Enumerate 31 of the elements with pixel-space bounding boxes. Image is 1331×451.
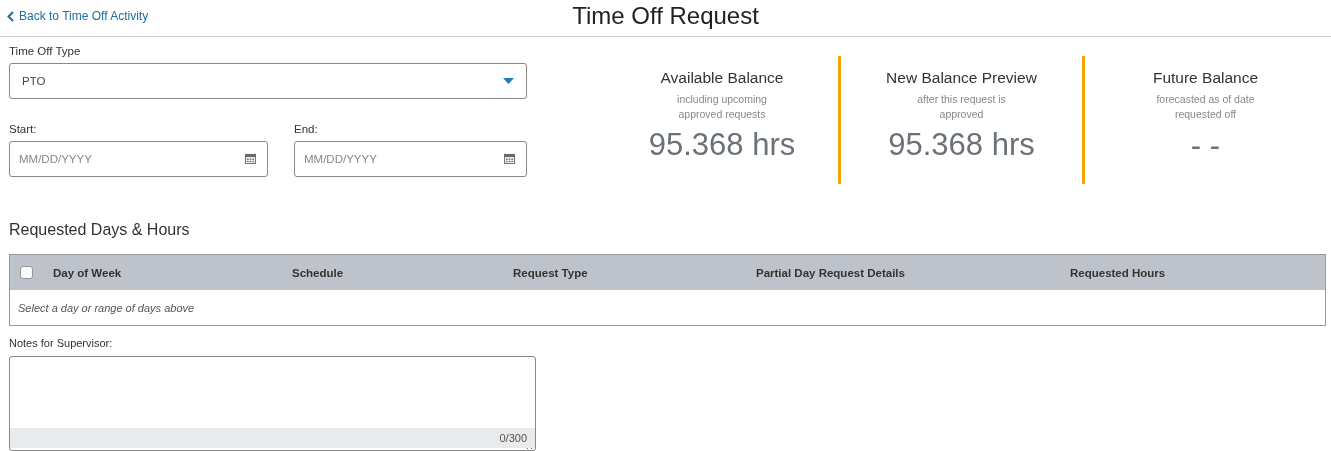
end-date-field[interactable]: MM/DD/YYYY: [294, 141, 527, 177]
caret-down-icon: [503, 78, 514, 84]
field-label: Start:: [9, 123, 37, 135]
balance-subtitle: including upcoming approved requests: [676, 92, 768, 122]
select-all-checkbox[interactable]: [20, 266, 33, 279]
column-header: Partial Day Request Details: [756, 266, 905, 279]
start-date-field[interactable]: MM/DD/YYYY: [9, 141, 268, 177]
balance-subtitle: after this request is approved: [916, 92, 1007, 122]
character-counter: 0/300: [499, 432, 527, 444]
balance-value: 95.368 hrs: [888, 127, 1035, 163]
type-dropdown[interactable]: PTO: [9, 63, 527, 99]
empty-message: Select a day or range of days above: [18, 301, 195, 314]
chevron-left-icon: [7, 10, 14, 22]
back-link[interactable]: Back to Time Off Activity: [7, 9, 149, 23]
page-title: Time Off Request: [572, 1, 759, 31]
field-label: End:: [294, 123, 318, 135]
balance-title: Available Balance: [660, 69, 784, 87]
balance-title: New Balance Preview: [886, 69, 1037, 87]
calendar-icon[interactable]: [245, 153, 256, 164]
field-label: Time Off Type: [9, 45, 81, 57]
balance-value: 95.368 hrs: [648, 127, 796, 163]
balance-value: - -: [1190, 128, 1221, 164]
column-header: Schedule: [292, 266, 344, 279]
column-header: Day of Week: [53, 266, 122, 279]
section-title: Requested Days & Hours: [9, 221, 190, 239]
balance-title: Future Balance: [1152, 69, 1259, 87]
balance-subtitle: forecasted as of date requested off: [1155, 92, 1256, 122]
column-header: Requested Hours: [1070, 266, 1166, 279]
field-label: Notes for Supervisor:: [9, 337, 113, 349]
calendar-icon[interactable]: [504, 153, 515, 164]
column-header: Request Type: [513, 266, 588, 279]
